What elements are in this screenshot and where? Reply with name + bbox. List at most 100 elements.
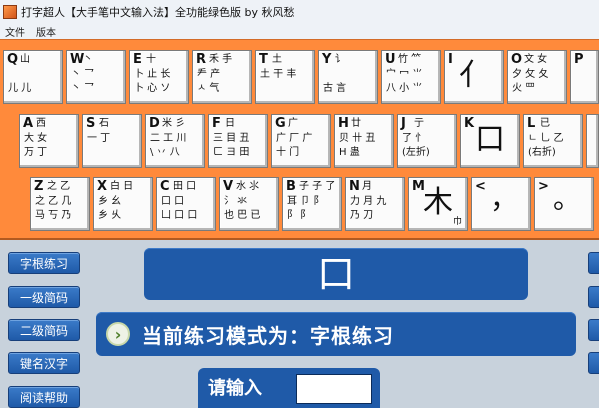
key-radical-2: 了 忄 <box>402 133 426 144</box>
key-b[interactable]: B 子 子 了 耳 卩 阝 阝 阝 <box>282 177 342 231</box>
radical-practice-button[interactable]: 字根练习 <box>8 252 80 274</box>
key-radical-2: 口 口 <box>161 196 185 207</box>
key-u[interactable]: U 竹 ⺮ 宀 冖 ⺌ 八 小 ⺌ <box>381 50 441 104</box>
key-radical-2: 夕 攵 夂 <box>512 69 549 80</box>
key-radical-1: 土 <box>272 54 282 65</box>
key-o[interactable]: O 文 女 夕 攵 夂 火 罒 <box>507 50 567 104</box>
key-f[interactable]: F 日 三 目 丑 ㄈ ヨ 田 <box>208 114 268 168</box>
key-e[interactable]: E 十 卜 止 长 卜 心 ソ <box>129 50 189 104</box>
key-radical-1: 白 日 <box>110 181 134 192</box>
key-radical-2: 耳 卩 阝 <box>287 196 324 207</box>
key-radical-2: 卜 止 长 <box>134 69 171 80</box>
key-s[interactable]: S 石 一 丁 <box>82 114 142 168</box>
key-radical-2: 之 乙 几 <box>35 196 72 207</box>
key-c[interactable]: C 田 口 口 口 凵 口 口 <box>156 177 216 231</box>
key-radical-2: 一 丁 <box>87 133 111 144</box>
key-radical-1: 田 口 <box>173 181 197 192</box>
key-letter: Y <box>322 52 332 67</box>
key-letter: U <box>385 52 396 67</box>
key-radical-1: 广 <box>288 118 298 129</box>
menu-version[interactable]: 版本 <box>31 24 62 39</box>
key-radical-3: 火 罒 <box>512 83 536 94</box>
key-letter: K <box>464 116 475 131</box>
key-a[interactable]: A 西 大 女 万 丁 <box>19 114 79 168</box>
key-punctuation: ， <box>490 182 519 215</box>
key-letter: J <box>401 116 406 131</box>
key-y[interactable]: Y 讠 古 言 <box>318 50 378 104</box>
key-radical-3: 凵 口 口 <box>161 210 198 221</box>
key-letter: B <box>286 179 296 194</box>
right-button-1[interactable] <box>588 252 599 274</box>
key-radical-1: 石 <box>99 118 109 129</box>
key-letter: H <box>338 116 349 131</box>
app-icon <box>3 4 17 19</box>
key-radical-2: 乡 幺 <box>98 196 122 207</box>
key-radical-3: 万 丁 <box>24 147 48 158</box>
title-bar: 打字超人【大手笔中文输入法】全功能绿色版 by 秋风愁 <box>0 0 599 24</box>
level2-shortcode-button[interactable]: 二级简码 <box>8 319 80 341</box>
key-punctuation: 。 <box>553 182 582 215</box>
key-radical-2: 宀 冖 ⺌ <box>386 69 423 80</box>
key-letter: E <box>133 52 142 67</box>
key-x[interactable]: X 白 日 乡 幺 乡 乆 <box>93 177 153 231</box>
key-radical-1: 禾 手 <box>209 54 233 65</box>
key-g[interactable]: G 广 广 厂 广 十 门 <box>271 114 331 168</box>
key-t[interactable]: T 土 土 干 丰 <box>255 50 315 104</box>
key-comma[interactable]: < ， <box>471 177 531 231</box>
key-radical-2: 力 月 九 <box>350 196 387 207</box>
key-radical-3: 马 丂 乃 <box>35 210 72 221</box>
level1-shortcode-button[interactable]: 一级简码 <box>8 286 80 308</box>
key-q[interactable]: Q 山 儿 儿 <box>3 50 63 104</box>
menu-file[interactable]: 文件 <box>0 24 31 39</box>
key-i[interactable]: I 亻 <box>444 50 504 104</box>
key-z[interactable]: Z 之 乙 之 乙 几 马 丂 乃 <box>30 177 90 231</box>
keyname-char-button[interactable]: 键名汉字 <box>8 352 80 374</box>
key-radical-1: 已 <box>540 118 550 129</box>
right-button-4[interactable] <box>588 352 599 374</box>
key-big-radical: 亻 <box>459 58 489 93</box>
key-radical-1: 丶 <box>83 54 93 65</box>
current-char-panel: 口 <box>144 248 528 300</box>
key-v[interactable]: V 水 ⺢ 氵 氺 也 巴 已 <box>219 177 279 231</box>
key-radical-3: ㄈ ヨ 田 <box>213 147 250 158</box>
key-semicolon[interactable] <box>586 114 599 168</box>
right-button-3[interactable] <box>588 319 599 341</box>
key-h[interactable]: H 廿 贝 卄 丑 H 蛊 <box>334 114 394 168</box>
key-radical-1: 西 <box>36 118 46 129</box>
key-letter: A <box>23 116 34 131</box>
key-p[interactable]: P <box>570 50 599 104</box>
key-m[interactable]: M 木 巾 <box>408 177 468 231</box>
key-l[interactable]: L 已 ㄴ 乚 乙 (右折) <box>523 114 583 168</box>
key-letter: V <box>223 179 234 194</box>
key-radical-2: ㄴ 乚 乙 <box>528 133 564 144</box>
key-radical-2: 土 干 丰 <box>260 69 297 80</box>
key-radical-1: 月 <box>362 181 372 192</box>
keyboard-panel: Q 山 儿 儿 W 丶 丶 乛 丶 乛 E 十 卜 止 长 卜 心 ソ R 禾 … <box>0 39 599 240</box>
chevron-right-icon: › <box>106 322 130 346</box>
key-radical-2: 大 女 <box>24 133 48 144</box>
key-radical-1: 廿 <box>351 118 361 129</box>
key-j[interactable]: J 亍 了 忄 (左折) <box>397 114 457 168</box>
key-letter: R <box>196 52 207 67</box>
key-radical-2: 丶 乛 <box>71 69 95 80</box>
key-letter: I <box>448 52 453 67</box>
key-radical-2: 二 工 川 <box>150 133 187 144</box>
key-r[interactable]: R 禾 手 龵 产 ㅅ 气 <box>192 50 252 104</box>
key-letter: X <box>97 179 108 194</box>
reading-help-button[interactable]: 阅读帮助 <box>8 386 80 408</box>
key-radical-1: 讠 <box>335 54 345 65</box>
practice-area: 字根练习 一级简码 二级简码 键名汉字 阅读帮助 口 › 当前练习模式为：字根练… <box>0 240 599 408</box>
mode-panel: › 当前练习模式为：字根练习 <box>96 312 576 356</box>
key-radical-3: 乃 刀 <box>350 210 374 221</box>
key-d[interactable]: D 米 彡 二 工 川 \ 丷 八 <box>145 114 205 168</box>
key-radical-1: 山 <box>20 54 30 65</box>
key-w[interactable]: W 丶 丶 乛 丶 乛 <box>66 50 126 104</box>
key-radical-1: 米 彡 <box>162 118 186 129</box>
key-k[interactable]: K 口 <box>460 114 520 168</box>
key-period[interactable]: > 。 <box>534 177 594 231</box>
right-button-2[interactable] <box>588 286 599 308</box>
key-n[interactable]: N 月 力 月 九 乃 刀 <box>345 177 405 231</box>
answer-input[interactable] <box>296 374 372 404</box>
key-radical-3: 阝 阝 <box>287 210 311 221</box>
key-radical-3: 乡 乆 <box>98 210 122 221</box>
